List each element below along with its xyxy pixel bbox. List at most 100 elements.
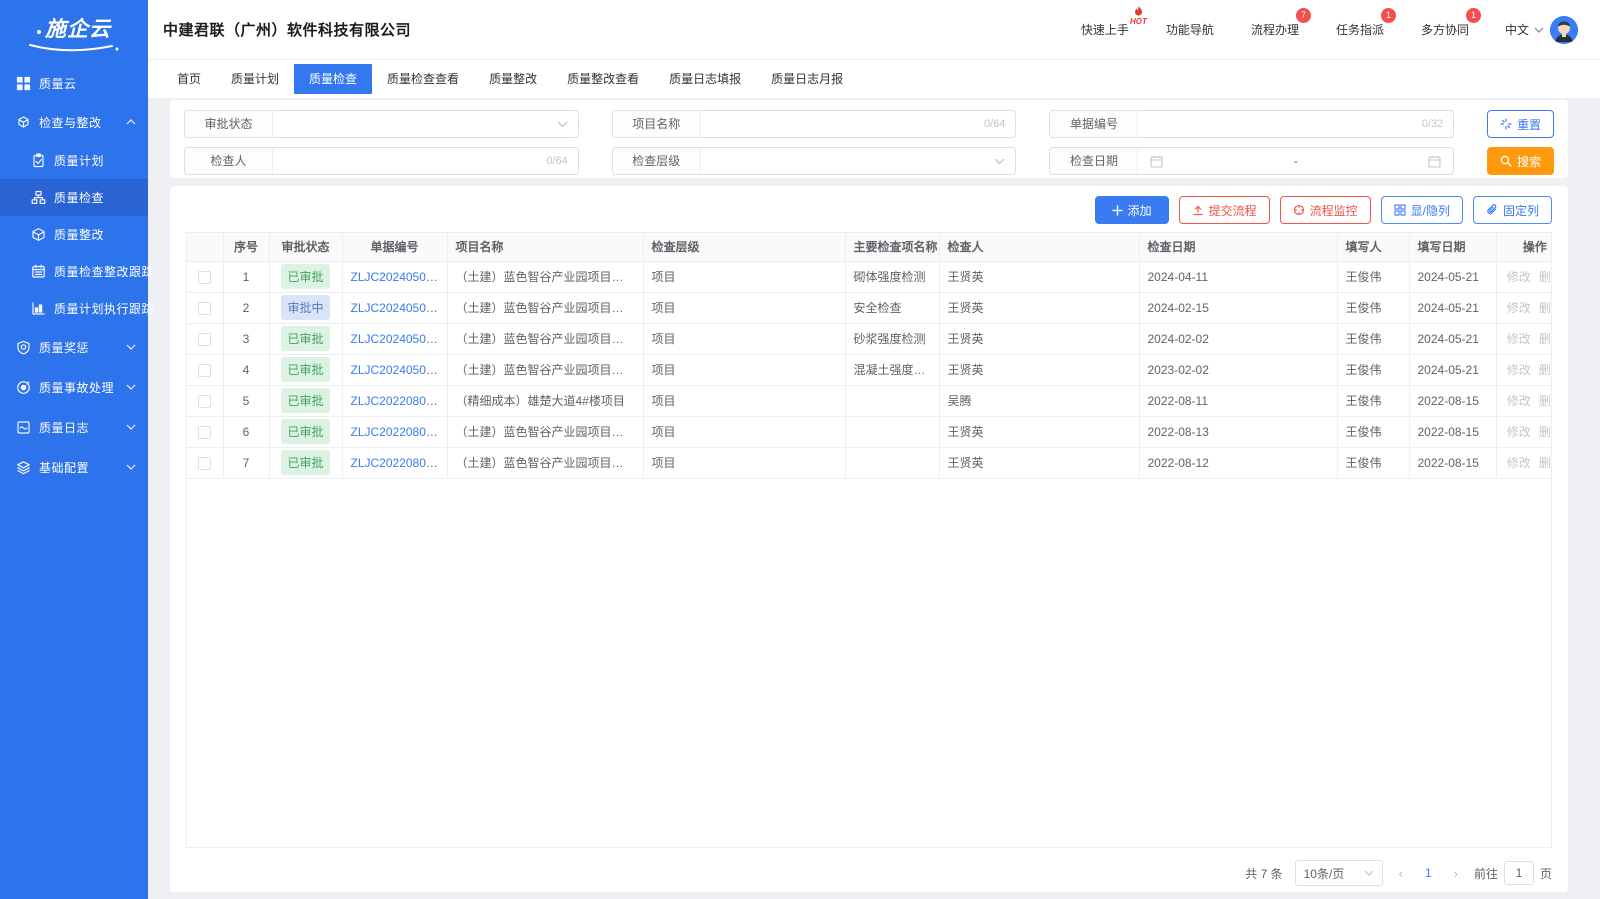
doc-no-link[interactable]: ZLJC2024050446 (351, 270, 446, 284)
target-icon (16, 380, 31, 395)
logo-swoosh (28, 43, 120, 53)
cell-operations: 修改删除 (1496, 385, 1552, 416)
user-avatar[interactable] (1550, 16, 1578, 44)
delete-link[interactable]: 删除 (1539, 270, 1552, 284)
delete-link[interactable]: 删除 (1539, 456, 1552, 470)
sidebar-item-quality-reward[interactable]: 质量奖惩 (0, 327, 148, 367)
row-checkbox[interactable] (198, 333, 211, 346)
table-toolbar: 添加 提交流程 流程监控 显/隐列 固定列 (186, 196, 1552, 224)
edit-link[interactable]: 修改 (1507, 301, 1531, 315)
sidebar-item-check-rectify-track[interactable]: 质量检查整改跟踪 (0, 253, 148, 290)
calendar-icon[interactable] (1150, 155, 1163, 168)
tab-quality-log-fill[interactable]: 质量日志填报 (654, 64, 756, 94)
sidebar-item-label: 检查与整改 (39, 114, 102, 131)
delete-link[interactable]: 删除 (1539, 363, 1552, 377)
current-page[interactable]: 1 (1419, 866, 1438, 880)
delete-link[interactable]: 删除 (1539, 394, 1552, 408)
language-switch[interactable]: 中文 (1505, 21, 1544, 38)
edit-link[interactable]: 修改 (1507, 394, 1531, 408)
edit-link[interactable]: 修改 (1507, 425, 1531, 439)
filter-doc-no[interactable]: 单据编号 0/32 (1049, 110, 1454, 138)
flow-monitor-button[interactable]: 流程监控 (1280, 196, 1371, 224)
column-header: 主要检查项名称 (845, 233, 939, 261)
nav-label: 多方协同 (1421, 23, 1469, 37)
chevron-down-icon (126, 344, 136, 350)
check-level-select[interactable] (701, 148, 995, 174)
row-checkbox[interactable] (198, 426, 211, 439)
sidebar-item-quality-plan[interactable]: 质量计划 (0, 142, 148, 179)
column-header: 操作 (1496, 233, 1552, 261)
page-size-select[interactable]: 10条/页 (1295, 860, 1383, 886)
filter-approval-status[interactable]: 审批状态 (184, 110, 579, 138)
doc-no-link[interactable]: ZLJC2022080174 (351, 394, 446, 408)
nav-quick-start[interactable]: 快速上手HOT (1081, 21, 1129, 38)
doc-no-link[interactable]: ZLJC2024050443 (351, 363, 446, 377)
sidebar-item-quality-accident[interactable]: 质量事故处理 (0, 367, 148, 407)
cell-check-item (845, 416, 939, 447)
delete-link[interactable]: 删除 (1539, 332, 1552, 346)
calendar-icon[interactable] (1428, 155, 1441, 168)
row-checkbox[interactable] (198, 364, 211, 377)
chevron-down-icon (126, 424, 136, 430)
sidebar-item-base-config[interactable]: 基础配置 (0, 447, 148, 487)
tab-quality-check[interactable]: 质量检查 (294, 64, 372, 94)
delete-link[interactable]: 删除 (1539, 425, 1552, 439)
nav-feature-nav[interactable]: 功能导航 (1166, 21, 1214, 38)
sidebar-item-plan-exec-track[interactable]: 质量计划执行跟踪 (0, 290, 148, 327)
nav-flow-handle[interactable]: 流程办理7 (1251, 21, 1299, 38)
doc-no-link[interactable]: ZLJC2022080172 (351, 456, 446, 470)
row-checkbox[interactable] (198, 457, 211, 470)
submit-flow-label: 提交流程 (1209, 202, 1257, 219)
cell-project: （土建）蓝色智谷产业园项目施工总承... (447, 447, 643, 478)
tab-home[interactable]: 首页 (162, 64, 216, 94)
project-name-input[interactable] (701, 111, 984, 137)
edit-link[interactable]: 修改 (1507, 270, 1531, 284)
edit-link[interactable]: 修改 (1507, 332, 1531, 346)
search-button[interactable]: 搜索 (1487, 147, 1554, 175)
approval-status-select[interactable] (273, 111, 557, 137)
table-row: 7已审批ZLJC2022080172（土建）蓝色智谷产业园项目施工总承...项目… (187, 447, 1552, 478)
next-page-button[interactable]: › (1450, 866, 1462, 881)
edit-link[interactable]: 修改 (1507, 456, 1531, 470)
sidebar-item-quality-log[interactable]: 质量日志 (0, 407, 148, 447)
tab-quality-plan[interactable]: 质量计划 (216, 64, 294, 94)
doc-no-link[interactable]: ZLJC2024050445 (351, 301, 446, 315)
filter-project-name[interactable]: 项目名称 0/64 (612, 110, 1017, 138)
tab-quality-check-view[interactable]: 质量检查查看 (372, 64, 474, 94)
tab-quality-rectify-view[interactable]: 质量整改查看 (552, 64, 654, 94)
nav-task-assign[interactable]: 任务指派1 (1336, 21, 1384, 38)
inspector-input[interactable] (273, 148, 546, 174)
chevron-down-icon (126, 384, 136, 390)
tab-quality-log-monthly[interactable]: 质量日志月报 (756, 64, 858, 94)
sidebar-item-quality-check[interactable]: 质量检查 (0, 179, 148, 216)
doc-no-link[interactable]: ZLJC2022080173 (351, 425, 446, 439)
sidebar-item-quality-cloud[interactable]: 质量云 (0, 64, 148, 102)
prev-page-button[interactable]: ‹ (1395, 866, 1407, 881)
filter-check-level[interactable]: 检查层级 (612, 147, 1017, 175)
nav-multi-collab[interactable]: 多方协同1 (1421, 21, 1469, 38)
status-badge: 已审批 (281, 264, 329, 289)
table-row: 2审批中ZLJC2024050445（土建）蓝色智谷产业园项目施工总承...项目… (187, 292, 1552, 323)
doc-no-input[interactable] (1138, 111, 1421, 137)
row-checkbox[interactable] (198, 395, 211, 408)
doc-no-link[interactable]: ZLJC2024050444 (351, 332, 446, 346)
add-button[interactable]: 添加 (1095, 196, 1169, 224)
goto-page-input[interactable] (1504, 861, 1534, 885)
cube-icon (31, 227, 46, 242)
row-checkbox[interactable] (198, 271, 211, 284)
edit-link[interactable]: 修改 (1507, 363, 1531, 377)
plus-icon (1112, 205, 1123, 216)
submit-flow-button[interactable]: 提交流程 (1179, 196, 1270, 224)
reset-button[interactable]: 重置 (1487, 110, 1554, 138)
fixed-cols-button[interactable]: 固定列 (1473, 196, 1552, 224)
filter-inspector[interactable]: 检查人 0/64 (184, 147, 579, 175)
cell-operations: 修改删除 (1496, 416, 1552, 447)
sidebar-item-quality-rectify[interactable]: 质量整改 (0, 216, 148, 253)
chevron-down-icon (1534, 27, 1544, 33)
delete-link[interactable]: 删除 (1539, 301, 1552, 315)
sidebar-item-check-rectify[interactable]: 检查与整改 (0, 102, 148, 142)
filter-check-date[interactable]: 检查日期 - (1049, 147, 1454, 175)
show-hide-cols-button[interactable]: 显/隐列 (1381, 196, 1463, 224)
row-checkbox[interactable] (198, 302, 211, 315)
tab-quality-rectify[interactable]: 质量整改 (474, 64, 552, 94)
